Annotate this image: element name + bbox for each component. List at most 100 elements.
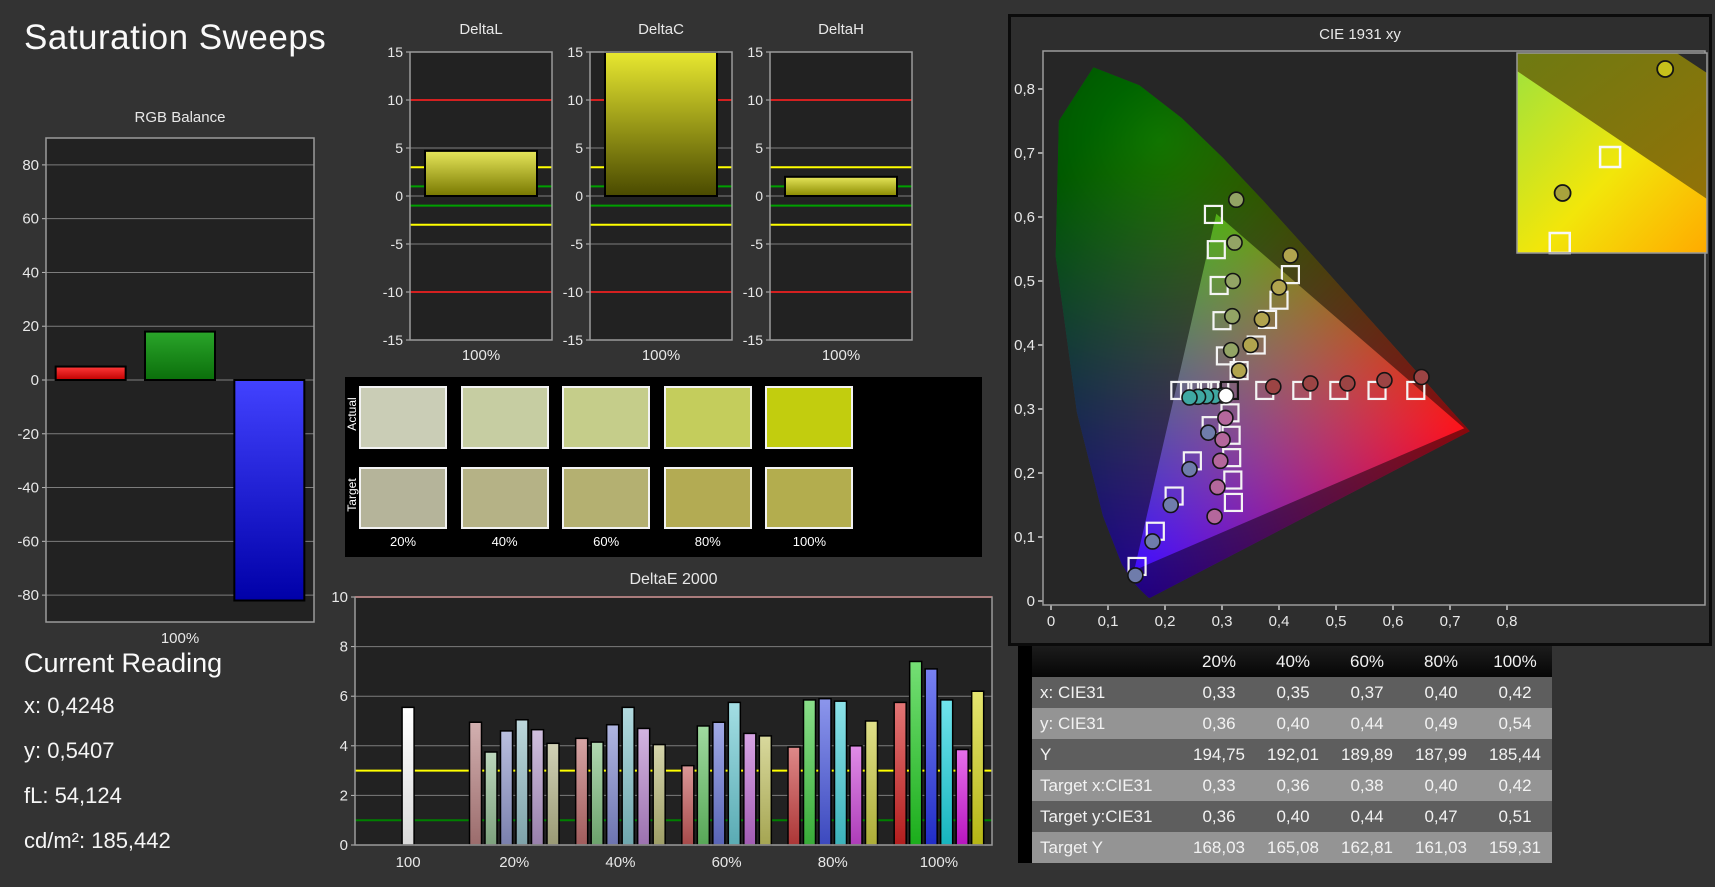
axis-text: -15 [383, 332, 403, 348]
deltae-bar [574, 737, 589, 846]
rgb-balance-svg: RGB Balance 80 60 40 20 0 -20 -40 -60 -80 100% [17, 109, 315, 647]
axis-text: 0,7 [1014, 145, 1035, 162]
table-row-label: x: CIE31 [1040, 683, 1106, 702]
measured-point-cyan [1181, 389, 1198, 406]
swatch-column-label: 100% [792, 534, 827, 549]
axis-text: 0 [575, 188, 583, 204]
table-cell: 161,03 [1415, 838, 1467, 857]
axis-text: 80% [818, 854, 848, 871]
table-cell: 162,81 [1341, 838, 1393, 857]
axis-text: DeltaE 2000 [629, 571, 717, 588]
current-reading-x: x: 0,4248 [24, 693, 115, 718]
deltae-bar [681, 764, 695, 846]
table-row-strip [1018, 801, 1032, 832]
table-row: Target x:CIE31 0,33 0,36 0,38 0,40 0,42 [1018, 770, 1552, 801]
deltae-bar [546, 742, 560, 846]
cie-zoom-inset [1516, 52, 1708, 255]
table-header-cell: 60% [1349, 652, 1385, 671]
measured-point-green [1224, 272, 1242, 290]
deltae-bar [758, 735, 773, 846]
table-cell: 0,42 [1498, 776, 1532, 795]
deltae-bar [484, 751, 498, 846]
table-cell: 159,31 [1489, 838, 1541, 857]
axis-text: 0,7 [1440, 613, 1461, 630]
table-cell: 0,36 [1276, 776, 1310, 795]
actual-swatch-40% [460, 386, 549, 449]
axis-text: -5 [751, 236, 764, 252]
delta-c-chart[interactable]: DeltaC 15 10 5 0 -5 -10 -15 100% [556, 18, 738, 370]
bar [233, 379, 306, 602]
table-cell: 185,44 [1489, 745, 1541, 764]
table-cell: 0,38 [1350, 776, 1384, 795]
deltae-bar [802, 699, 817, 846]
table-header-row: 20% 40% 60% 80% 100% [1018, 646, 1552, 677]
axis-text: 0 [1047, 613, 1055, 630]
table-cell: 187,99 [1415, 745, 1467, 764]
table-cell: 0,33 [1202, 683, 1236, 702]
deltae-2000-chart[interactable]: DeltaE 2000 0 2 4 6 8 10 100 20% 40% 60% 80% 100% [328, 558, 1020, 884]
target-swatch-40% [460, 467, 549, 529]
axis-text: 0,5 [1326, 613, 1347, 630]
target-swatch-60% [562, 467, 651, 529]
table-row: Y 194,75 192,01 189,89 187,99 185,44 [1018, 739, 1552, 770]
table-header-cell: 100% [1493, 652, 1537, 671]
actual-swatch-60% [562, 386, 651, 449]
current-reading-fl: fL: 54,124 [24, 783, 122, 808]
table-header-cell [1032, 646, 1182, 677]
table-cell: 0,47 [1424, 807, 1458, 826]
bar [604, 51, 718, 197]
deltac-svg: DeltaC 15 10 5 0 -5 -10 -15 100% [563, 21, 733, 364]
axis-text: 2 [340, 787, 348, 804]
current-reading-y: y: 0,5407 [24, 738, 115, 763]
measured-point-yellow [1270, 279, 1288, 296]
delta-l-chart[interactable]: DeltaL 15 10 5 0 -5 -10 -15 100% [376, 18, 558, 370]
swatch-column-label: 80% [694, 534, 721, 549]
table-cell: 0,40 [1424, 683, 1458, 702]
table-cell: 0,49 [1424, 714, 1458, 733]
deltae-bar [652, 743, 666, 846]
table-row: y: CIE31 0,36 0,40 0,44 0,49 0,54 [1018, 708, 1552, 739]
measured-point-blue [1181, 460, 1198, 478]
axis-text: 10 [747, 92, 763, 108]
axis-text: 100% [462, 347, 500, 364]
table-row-strip [1018, 708, 1032, 739]
rgb-balance-chart[interactable]: RGB Balance 80 60 40 20 0 -20 -40 -60 -80 100% [6, 106, 328, 651]
swatch-row-label-target: Target [345, 478, 359, 512]
table-cell: 0,40 [1424, 776, 1458, 795]
table-header-cell: 20% [1201, 652, 1237, 671]
swatch-comparison-panel[interactable]: Actual Target 20% 40% 60% 80% 100% [345, 377, 982, 557]
axis-text: 20 [22, 318, 39, 335]
table-row-label: Target y:CIE31 [1040, 807, 1153, 826]
deltal-svg: DeltaL 15 10 5 0 -5 -10 -15 100% [383, 21, 553, 364]
axis-text: -40 [17, 480, 39, 497]
axis-text: DeltaL [459, 21, 502, 38]
axis-text: 60% [712, 854, 742, 871]
measured-point-magenta [1211, 452, 1229, 470]
axis-text: -20 [17, 426, 39, 443]
measurement-table[interactable]: 20% 40% 60% 80% 100% x: CIE31 0,33 0,35 0,37 0,40… [1018, 646, 1552, 863]
measured-point-magenta [1209, 478, 1226, 496]
measured-point-red [1376, 371, 1393, 389]
cie-1931-chart[interactable]: CIE 1931 xy 0 0,1 0,2 0,3 0,4 0,5 0,6 0,7 0,8 0 0,1… [1008, 14, 1712, 646]
deltae-bar [893, 701, 907, 846]
table-cell: 0,36 [1202, 714, 1236, 733]
measured-point-green [1223, 307, 1241, 325]
axis-text: -15 [563, 332, 583, 348]
actual-swatch-20% [359, 386, 447, 449]
axis-text: -60 [17, 533, 39, 550]
axis-text: 0,6 [1383, 613, 1404, 630]
deltae-bar [743, 732, 757, 846]
delta-h-chart[interactable]: DeltaH 15 10 5 0 -5 -10 -15 100% [736, 18, 918, 370]
deltae-2000-svg: DeltaE 2000 0 2 4 6 8 10 100 20% 40% 60% 80% 100% [331, 571, 993, 871]
table-cell: 0,44 [1350, 714, 1384, 733]
axis-text: 100% [920, 854, 958, 871]
deltae-bar [939, 699, 954, 846]
table-cell: 0,40 [1276, 714, 1310, 733]
axis-text: 0 [31, 372, 39, 389]
axis-text: 20% [499, 854, 529, 871]
axis-text: 60 [22, 211, 39, 228]
axis-text: 0 [755, 188, 763, 204]
page: Saturation Sweeps RGB Balance 80 60 40 20 0 -2… [0, 0, 1715, 887]
current-reading-cdm2: cd/m²: 185,442 [24, 828, 171, 853]
table-corner [1018, 646, 1032, 677]
